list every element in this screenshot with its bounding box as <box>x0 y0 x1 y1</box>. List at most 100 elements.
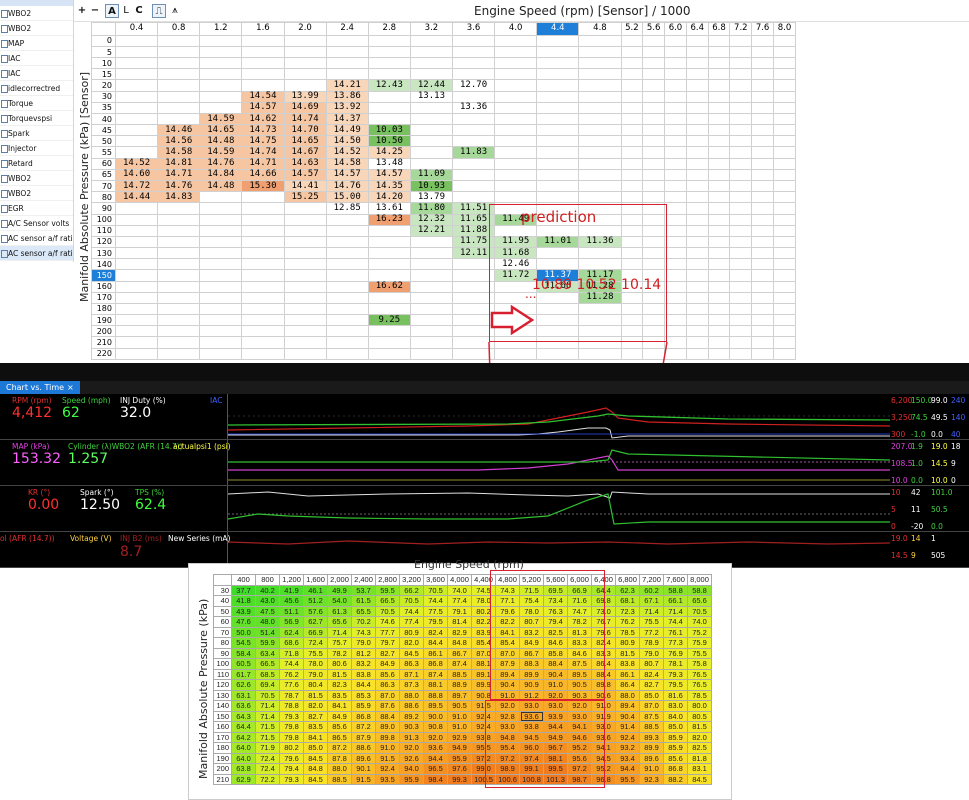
grid-cell[interactable] <box>729 235 753 249</box>
grid-cell[interactable]: 14.67 <box>283 146 327 159</box>
grid-cell[interactable] <box>114 347 159 361</box>
grid-cell[interactable] <box>664 269 687 282</box>
grid-cell[interactable] <box>157 269 201 282</box>
grid-cell[interactable] <box>664 57 687 70</box>
grid-cell[interactable] <box>772 347 797 361</box>
grid-cell[interactable]: 14.72 <box>114 179 159 193</box>
col-header[interactable]: 7.2 <box>729 22 753 36</box>
grid-cell[interactable] <box>241 291 285 304</box>
grid-cell[interactable] <box>114 90 159 103</box>
row-header[interactable]: 200 <box>91 325 116 338</box>
grid-cell[interactable] <box>578 57 622 70</box>
grid-cell[interactable] <box>664 124 687 137</box>
sidebar-item[interactable]: WBO2 <box>0 186 73 201</box>
grid-cell[interactable] <box>114 45 159 59</box>
grid-cell[interactable] <box>494 146 538 159</box>
grid-cell[interactable] <box>729 146 753 159</box>
grid-cell[interactable] <box>367 325 411 338</box>
grid-cell[interactable] <box>707 45 731 59</box>
grid-cell[interactable] <box>157 34 201 47</box>
grid-cell[interactable] <box>114 135 159 148</box>
grid-cell[interactable] <box>729 269 753 282</box>
grid-cell[interactable] <box>578 101 622 114</box>
row-header[interactable]: 100 <box>91 213 116 226</box>
grid-cell[interactable] <box>367 336 411 349</box>
grid-cell[interactable]: 12.85 <box>325 202 369 215</box>
grid-cell[interactable] <box>578 68 622 81</box>
grid-cell[interactable] <box>283 202 327 215</box>
row-header[interactable]: 220 <box>91 347 116 361</box>
grid-cell[interactable] <box>620 68 644 81</box>
grid-cell[interactable] <box>729 101 753 114</box>
grid-cell[interactable] <box>536 168 580 182</box>
histogram-icon[interactable]: ⩚ <box>169 4 181 18</box>
grid-cell[interactable] <box>199 302 243 316</box>
grid-cell[interactable]: 11.80 <box>409 202 454 215</box>
grid-cell[interactable] <box>772 191 797 204</box>
grid-cell[interactable] <box>199 57 243 70</box>
grid-cell[interactable] <box>729 124 753 137</box>
grid-cell[interactable] <box>494 79 538 92</box>
grid-cell[interactable] <box>772 112 797 126</box>
grid-cell[interactable] <box>241 213 285 226</box>
grid-cell[interactable]: 13.92 <box>325 101 369 114</box>
grid-cell[interactable] <box>729 247 753 260</box>
grid-cell[interactable] <box>664 280 687 293</box>
grid-cell[interactable] <box>494 157 538 170</box>
grid-cell[interactable] <box>642 146 666 159</box>
row-header[interactable]: 40 <box>91 112 116 126</box>
grid-cell[interactable] <box>707 90 731 103</box>
grid-cell[interactable] <box>642 179 666 193</box>
grid-cell[interactable] <box>685 258 709 271</box>
grid-cell[interactable] <box>325 235 369 249</box>
grid-cell[interactable] <box>114 336 159 349</box>
grid-cell[interactable]: 14.57 <box>367 168 411 182</box>
grid-cell[interactable] <box>114 79 159 92</box>
col-header[interactable]: 2.8 <box>367 22 411 36</box>
grid-cell[interactable] <box>536 135 580 148</box>
sidebar-item[interactable]: A/C Sensor volts <box>0 216 73 231</box>
grid-cell[interactable] <box>664 79 687 92</box>
grid-cell[interactable] <box>451 135 496 148</box>
grid-cell[interactable] <box>707 347 731 361</box>
grid-cell[interactable] <box>114 34 159 47</box>
grid-cell[interactable] <box>729 314 753 327</box>
grid-cell[interactable] <box>729 213 753 226</box>
grid-cell[interactable]: 14.59 <box>199 112 243 126</box>
grid-cell[interactable] <box>685 179 709 193</box>
grid-cell[interactable] <box>114 213 159 226</box>
grid-cell[interactable] <box>157 112 201 126</box>
grid-cell[interactable] <box>114 269 159 282</box>
row-header[interactable]: 140 <box>91 258 116 271</box>
grid-cell[interactable]: 13.13 <box>409 90 454 103</box>
grid-cell[interactable] <box>409 291 454 304</box>
grid-cell[interactable] <box>729 34 753 47</box>
grid-cell[interactable] <box>325 325 369 338</box>
grid-cell[interactable] <box>707 224 731 237</box>
grid-cell[interactable] <box>241 79 285 92</box>
grid-cell[interactable] <box>536 179 580 193</box>
grid-cell[interactable] <box>367 45 411 59</box>
grid-cell[interactable] <box>114 291 159 304</box>
grid-cell[interactable] <box>751 191 774 204</box>
grid-cell[interactable] <box>620 79 644 92</box>
grid-cell[interactable]: 14.76 <box>199 157 243 170</box>
grid-cell[interactable] <box>772 79 797 92</box>
grid-cell[interactable] <box>751 269 774 282</box>
grid-cell[interactable]: 15.25 <box>283 191 327 204</box>
grid-cell[interactable] <box>325 269 369 282</box>
row-header[interactable]: 20 <box>91 79 116 92</box>
zoom-out-button[interactable]: − <box>89 4 101 18</box>
grid-cell[interactable] <box>685 191 709 204</box>
grid-cell[interactable]: 14.63 <box>283 157 327 170</box>
sidebar-item[interactable]: Retard <box>0 156 73 171</box>
grid-cell[interactable] <box>751 213 774 226</box>
grid-cell[interactable] <box>536 101 580 114</box>
col-header[interactable]: 7.6 <box>751 22 774 36</box>
grid-cell[interactable]: 14.70 <box>283 124 327 137</box>
grid-cell[interactable] <box>751 224 774 237</box>
grid-cell[interactable]: 9.25 <box>367 314 411 327</box>
grid-cell[interactable] <box>751 314 774 327</box>
grid-cell[interactable] <box>494 124 538 137</box>
grid-cell[interactable] <box>772 235 797 249</box>
